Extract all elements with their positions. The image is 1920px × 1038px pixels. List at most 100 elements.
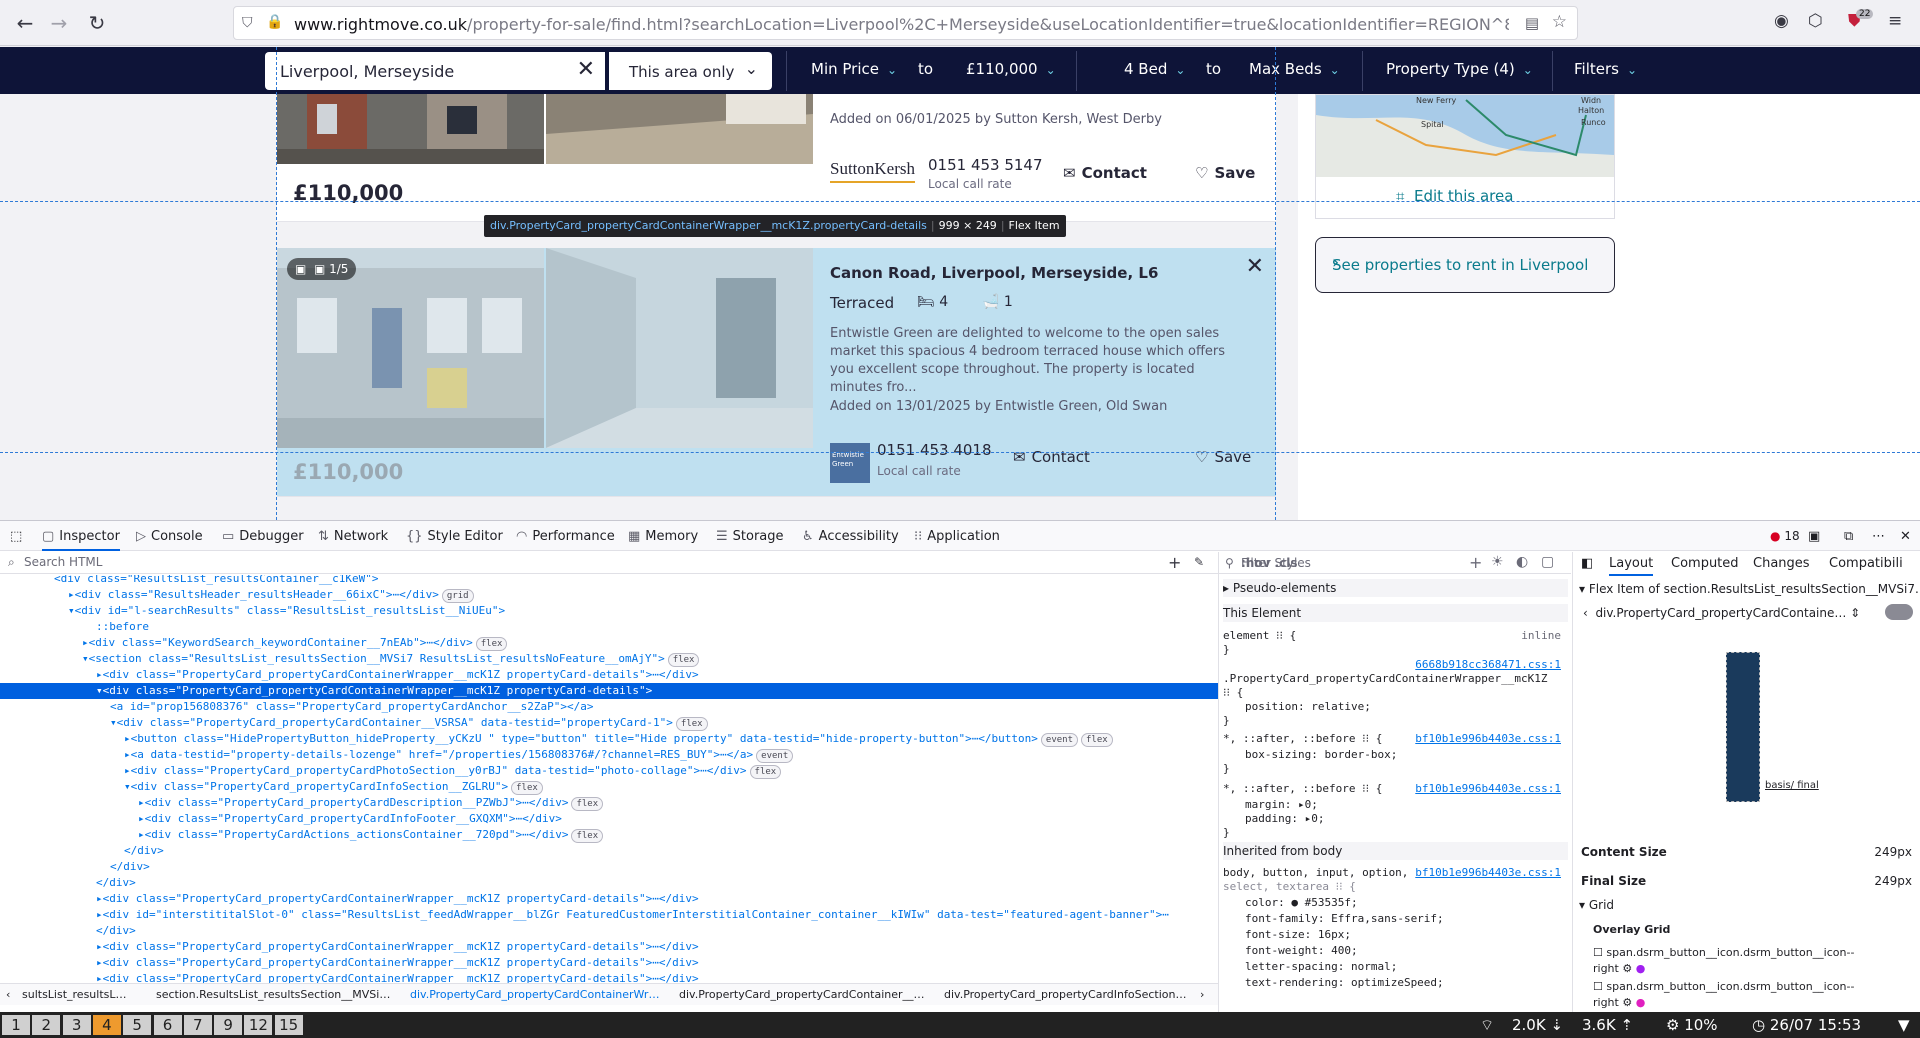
markup-node[interactable]: ▸<div class="ResultsHeader_resultsHeader… <box>0 587 1218 603</box>
flex-item-header[interactable]: ▾ Flex Item of section.ResultsList_resul… <box>1579 582 1919 596</box>
breadcrumb-item[interactable]: div.PropertyCard_propertyCardContainer__… <box>679 988 925 1001</box>
error-counter[interactable]: ● 18 <box>1770 529 1800 543</box>
markup-node[interactable]: ▸<div class="KeywordSearch_keywordContai… <box>0 635 1218 651</box>
url-bar[interactable]: ⛉ 🔒 www.rightmove.co.uk/property-for-sal… <box>233 6 1578 40</box>
node-badge[interactable]: flex <box>475 637 508 651</box>
rule-selector[interactable]: *, ::after, ::before ⁝⁝ { <box>1223 782 1382 795</box>
min-price-select[interactable]: Min Price ⌄ <box>811 60 897 78</box>
tab-inspector[interactable]: ▢ Inspector <box>42 529 120 551</box>
markup-node[interactable]: </div> <box>0 875 1218 891</box>
markup-node[interactable]: ▸<div class="PropertyCard_propertyCardCo… <box>0 891 1218 907</box>
rule-property[interactable]: text-rendering: optimizeSpeed; <box>1245 976 1444 989</box>
add-node-icon[interactable]: + <box>1168 553 1181 572</box>
extensions-icon[interactable]: ⬡ <box>1808 11 1823 31</box>
reader-view-icon[interactable]: ▤ <box>1525 14 1539 32</box>
hide-property-close-icon[interactable]: ✕ <box>1246 254 1264 279</box>
markup-node[interactable]: <div class="ResultsList_resultsContainer… <box>0 575 1218 587</box>
property-address[interactable]: Canon Road, Liverpool, Merseyside, L6 <box>830 264 1158 282</box>
node-badge[interactable]: grid <box>441 589 474 603</box>
tab-network[interactable]: ⇅ Network <box>318 529 388 544</box>
markup-tree[interactable]: <div class="ResultsList_resultsContainer… <box>0 575 1218 983</box>
rule-selector[interactable]: *, ::after, ::before ⁝⁝ { <box>1223 732 1382 745</box>
map-preview[interactable]: New Ferry Spital Widn Halton Runco <box>1316 95 1614 177</box>
rule-selector[interactable]: .PropertyCard_propertyCardContainerWrapp… <box>1223 672 1548 685</box>
markup-node[interactable]: ▸<div id="interstititalSlot-0" class="Re… <box>0 907 1218 923</box>
property-photo-secondary[interactable] <box>546 94 813 164</box>
property-card[interactable]: £110,000 Added on 06/01/2025 by Sutton K… <box>277 94 1276 222</box>
color-swatch-icon[interactable]: ● <box>1636 996 1646 1009</box>
node-badge[interactable]: flex <box>749 765 782 779</box>
clear-location-icon[interactable]: ✕ <box>577 57 595 82</box>
agent-phone[interactable]: 0151 453 5147 <box>928 156 1043 174</box>
markup-node[interactable]: ▾<div class="PropertyCard_propertyCardIn… <box>0 779 1218 795</box>
account-icon[interactable]: ◉ <box>1774 11 1789 31</box>
contact-button[interactable]: ✉ Contact <box>1063 164 1147 182</box>
node-badge[interactable]: flex <box>571 829 604 843</box>
eyedropper-icon[interactable]: ✎ <box>1194 555 1204 569</box>
tab-debugger[interactable]: ▭ Debugger <box>222 529 304 544</box>
agent-logo[interactable]: SuttonKersh <box>830 159 915 183</box>
filters-button[interactable]: Filters ⌄ <box>1574 60 1637 78</box>
markup-node[interactable]: ▸<button class="HidePropertyButton_hideP… <box>0 731 1218 747</box>
save-button[interactable]: ♡ Save <box>1195 164 1255 182</box>
search-html-bar[interactable]: ⌕ Search HTML + ✎ <box>0 552 1218 574</box>
search-html-input[interactable]: Search HTML <box>24 555 102 569</box>
markup-node[interactable]: ▾<div class="PropertyCard_propertyCardCo… <box>0 715 1218 731</box>
bookmark-star-icon[interactable]: ☆ <box>1552 12 1567 32</box>
workspace-4[interactable]: 4 <box>92 1015 121 1035</box>
markup-node[interactable]: </div> <box>0 923 1218 939</box>
rule-property[interactable]: font-size: 16px; <box>1245 928 1351 941</box>
color-swatch-icon[interactable]: ● <box>1636 962 1646 975</box>
markup-node[interactable]: ▸<div class="PropertyCard_propertyCardPh… <box>0 763 1218 779</box>
breadcrumb-item[interactable]: sultsList_resultsL… <box>22 988 127 1001</box>
grid-section-header[interactable]: ▾ Grid <box>1579 898 1614 912</box>
edit-area-link[interactable]: ⌗ Edit this area <box>1396 187 1513 205</box>
min-beds-select[interactable]: 4 Bed ⌄ <box>1124 60 1185 78</box>
markup-node[interactable]: ▸<div class="PropertyCard_propertyCardCo… <box>0 667 1218 683</box>
lock-icon[interactable]: 🔒 <box>266 14 283 30</box>
workspace-7[interactable]: 7 <box>183 1015 212 1035</box>
tab-changes[interactable]: Changes <box>1753 556 1810 571</box>
close-devtools-icon[interactable]: ✕ <box>1900 529 1911 544</box>
element-rule-selector[interactable]: element ⁝⁝ { <box>1223 629 1296 642</box>
markup-node[interactable]: ▾<div id="l-searchResults" class="Result… <box>0 603 1218 619</box>
node-badge[interactable]: event <box>756 749 794 763</box>
workspace-5[interactable]: 5 <box>123 1015 152 1035</box>
breadcrumb-item[interactable]: div.PropertyCard_propertyCardInfoSection… <box>944 988 1186 1001</box>
breadcrumb-prev-icon[interactable]: ‹ <box>6 988 10 1001</box>
rule-property[interactable]: position: relative; <box>1245 700 1371 713</box>
node-badge[interactable]: flex <box>571 797 604 811</box>
tab-compatibility[interactable]: Compatibili <box>1829 556 1903 571</box>
workspace-3[interactable]: 3 <box>62 1015 91 1035</box>
dock-icon[interactable]: ⧉ <box>1844 529 1853 544</box>
menu-icon[interactable]: ≡ <box>1888 11 1902 31</box>
rent-properties-button[interactable]: See properties to rent in Liverpool › <box>1315 237 1615 293</box>
markup-node[interactable]: ::before <box>0 619 1218 635</box>
hov-cls-toggle[interactable]: :hov .cls <box>1241 556 1298 570</box>
dark-theme-icon[interactable]: ◐ <box>1516 554 1528 570</box>
node-badge[interactable]: flex <box>511 781 543 795</box>
filter-styles-bar[interactable]: ⚲ Filter Styles :hov .cls + ☀ ◐ ▢ <box>1219 552 1571 574</box>
shield-icon[interactable]: ⛉ <box>242 15 253 31</box>
markup-node[interactable]: ▸<div class="PropertyCard_propertyCardIn… <box>0 811 1218 827</box>
node-badge[interactable]: flex <box>675 717 708 731</box>
sidebar-toggle-icon[interactable]: ◧ <box>1581 556 1593 571</box>
workspace-6[interactable]: 6 <box>153 1015 182 1035</box>
markup-node[interactable]: </div> <box>0 859 1218 875</box>
flex-item-selector[interactable]: ‹ div.PropertyCard_propertyCardContaine…… <box>1583 606 1860 620</box>
breadcrumb-next-icon[interactable]: › <box>1200 988 1204 1001</box>
tab-accessibility[interactable]: ♿ Accessibility <box>802 529 899 544</box>
rule-source-link[interactable]: bf10b1e996b4403e.css:1 <box>1415 732 1561 745</box>
rule-property[interactable]: color: ● #53535f; <box>1245 896 1358 909</box>
markup-node[interactable]: ▸<a data-testid="property-details-lozeng… <box>0 747 1218 763</box>
node-badge[interactable]: event <box>1040 733 1079 747</box>
markup-node[interactable]: ▸<div class="PropertyCard_propertyCardDe… <box>0 795 1218 811</box>
rule-property[interactable]: font-weight: 400; <box>1245 944 1358 957</box>
location-input[interactable]: Liverpool, Merseyside ✕ <box>265 52 605 90</box>
pseudo-elements-header[interactable]: ▸ Pseudo-elements <box>1223 579 1568 597</box>
element-picker-icon[interactable]: ⬚ <box>10 529 22 544</box>
rule-property[interactable]: letter-spacing: normal; <box>1245 960 1397 973</box>
reload-icon[interactable]: ↻ <box>84 10 110 36</box>
rule-property[interactable]: margin: ▸0; <box>1245 798 1318 811</box>
agent-phone[interactable]: 0151 453 4018 <box>877 441 992 459</box>
